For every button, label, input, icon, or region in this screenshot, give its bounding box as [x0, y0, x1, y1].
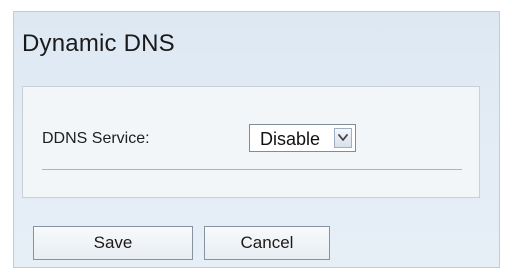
ddns-service-value: Disable [260, 129, 321, 149]
ddns-service-select[interactable]: Disable [249, 124, 356, 152]
panel-divider [42, 169, 462, 170]
save-button[interactable]: Save [33, 226, 193, 260]
page-title: Dynamic DNS [22, 30, 175, 57]
cancel-button[interactable]: Cancel [204, 226, 330, 260]
chevron-down-icon[interactable] [334, 128, 352, 148]
ddns-service-label: DDNS Service: [42, 130, 150, 147]
ddns-settings-panel: DDNS Service: Disable [22, 86, 480, 198]
